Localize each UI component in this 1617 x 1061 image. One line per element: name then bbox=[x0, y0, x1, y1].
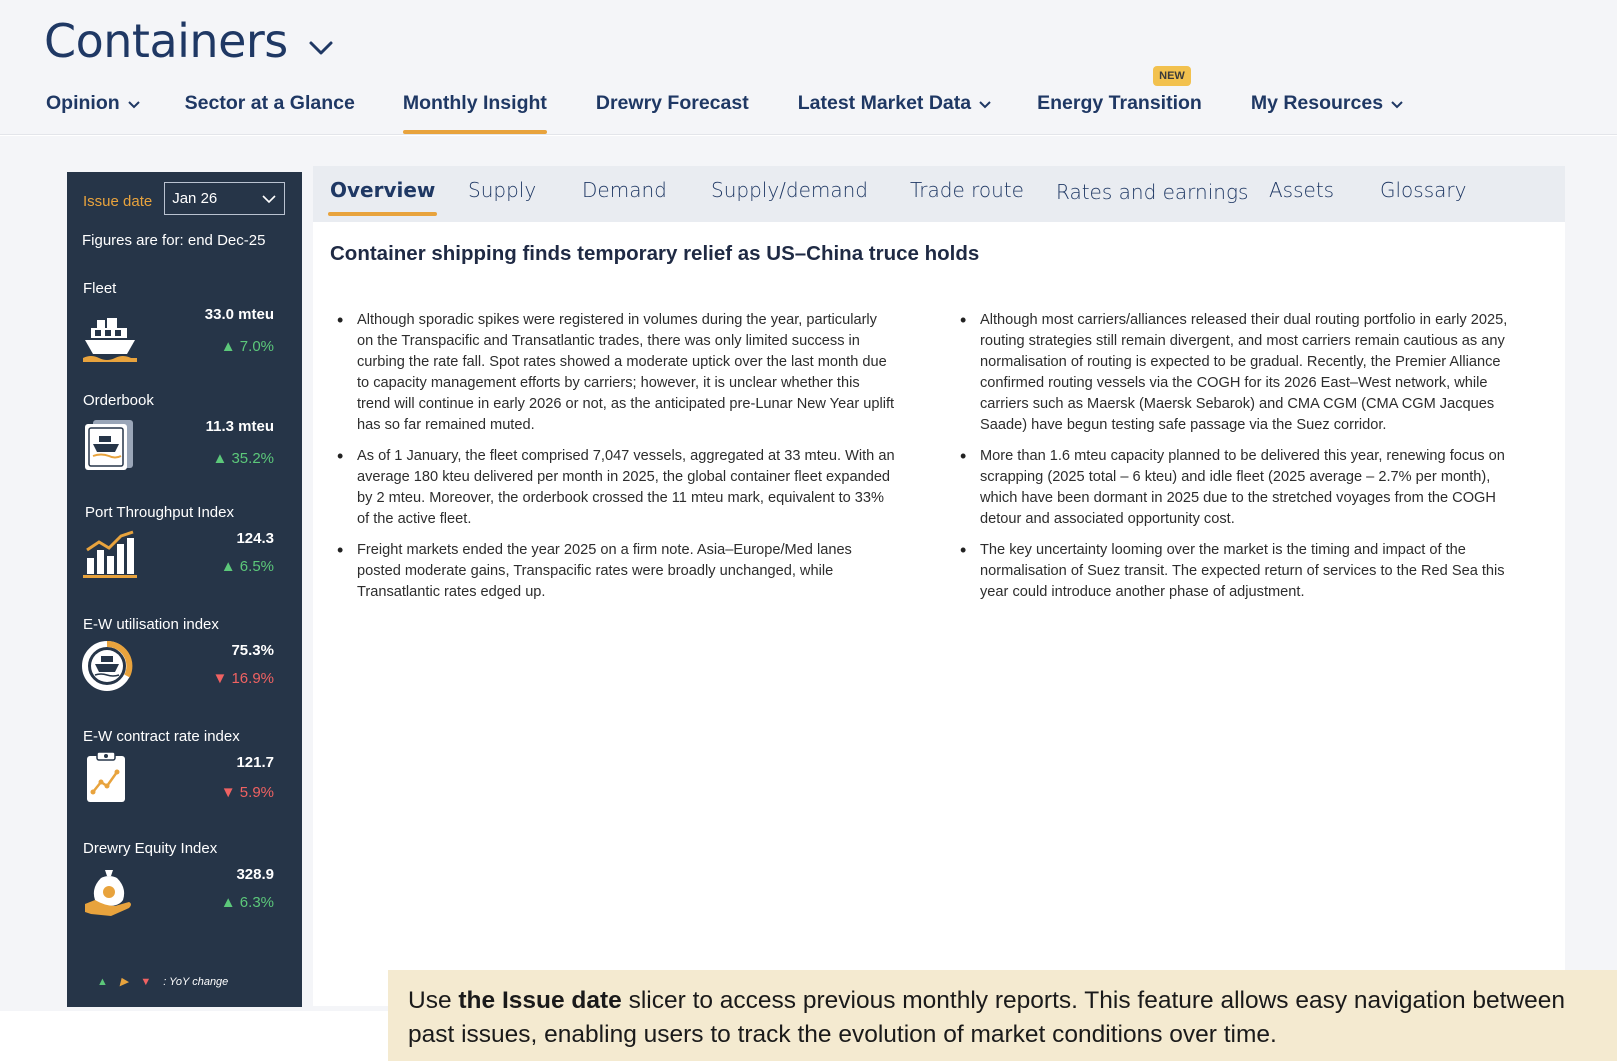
metric-label: Fleet bbox=[83, 280, 117, 297]
chevron-down-icon[interactable] bbox=[308, 35, 334, 61]
nav-opinion[interactable]: Opinion bbox=[46, 92, 141, 134]
metric-change: ▼ 16.9% bbox=[212, 670, 274, 687]
report-panel: Overview Supply Demand Supply/demand Tra… bbox=[313, 166, 1565, 1006]
list-item: Although sporadic spikes were registered… bbox=[330, 310, 895, 436]
metric-label: Port Throughput Index bbox=[85, 504, 234, 521]
list-item: Freight markets ended the year 2025 on a… bbox=[330, 540, 895, 603]
issue-date-slicer: Issue date Jan 26 bbox=[83, 182, 286, 215]
up-triangle-icon: ▲ bbox=[97, 975, 108, 988]
metric-label: Orderbook bbox=[83, 392, 154, 409]
metric-value: 33.0 mteu bbox=[204, 306, 274, 323]
metric-label: Drewry Equity Index bbox=[83, 840, 218, 857]
tab-demand[interactable]: Demand bbox=[582, 178, 667, 202]
nav-my-resources[interactable]: My Resources bbox=[1251, 92, 1404, 134]
list-item: As of 1 January, the fleet comprised 7,0… bbox=[330, 446, 895, 530]
tab-supply[interactable]: Supply bbox=[468, 178, 536, 202]
ship-icon bbox=[83, 318, 137, 362]
tab-overview[interactable]: Overview bbox=[327, 178, 438, 216]
nav-energy-transition[interactable]: Energy Transition NEW bbox=[1037, 66, 1202, 134]
article-headline: Container shipping finds temporary relie… bbox=[330, 242, 980, 265]
metric-value: 124.3 bbox=[236, 530, 274, 547]
yoy-legend-text: : YoY change bbox=[163, 975, 229, 988]
nav-drewry-forecast[interactable]: Drewry Forecast bbox=[596, 92, 749, 134]
tip-emphasis: the Issue date bbox=[458, 987, 622, 1014]
article-left-column: Although sporadic spikes were registered… bbox=[330, 310, 895, 613]
neutral-triangle-icon: ▶ bbox=[119, 976, 129, 988]
chevron-down-icon bbox=[979, 101, 991, 109]
metric-change: ▼ 5.9% bbox=[220, 784, 274, 801]
metric-value: 328.9 bbox=[236, 866, 274, 883]
orderbook-icon bbox=[85, 420, 133, 470]
nav-sector-at-a-glance[interactable]: Sector at a Glance bbox=[185, 92, 355, 134]
metric-label: E-W contract rate index bbox=[83, 728, 240, 745]
tab-trade-route[interactable]: Trade route bbox=[910, 178, 1024, 202]
nav-monthly-insight[interactable]: Monthly Insight bbox=[402, 92, 547, 134]
section-selector[interactable]: Containers bbox=[44, 14, 334, 68]
clipboard-chart-icon bbox=[87, 751, 125, 802]
chevron-down-icon bbox=[127, 101, 140, 109]
bar-chart-icon bbox=[83, 530, 137, 578]
tab-supply-demand[interactable]: Supply/demand bbox=[711, 178, 868, 202]
down-triangle-icon: ▼ bbox=[140, 975, 152, 988]
kpi-sidebar: Issue date Jan 26 Figures are for: end D… bbox=[67, 172, 302, 1007]
metric-label: E-W utilisation index bbox=[83, 616, 219, 633]
metric-change: ▲ 7.0% bbox=[220, 338, 274, 355]
tab-assets[interactable]: Assets bbox=[1269, 178, 1334, 202]
yoy-legend: ▲ ▶ ▼ : YoY change bbox=[97, 975, 240, 989]
issue-date-label: Issue date bbox=[83, 193, 153, 210]
issue-date-select[interactable]: Jan 26 bbox=[164, 182, 286, 215]
figures-note: Figures are for: end Dec-25 bbox=[82, 232, 266, 249]
gauge-ship-icon bbox=[82, 640, 133, 691]
main-nav: Opinion Sector at a Glance Monthly Insig… bbox=[46, 66, 1404, 134]
tab-glossary[interactable]: Glossary bbox=[1380, 178, 1466, 202]
metric-value: 121.7 bbox=[236, 754, 274, 771]
report-tabs: Overview Supply Demand Supply/demand Tra… bbox=[313, 166, 1565, 222]
list-item: More than 1.6 mteu capacity planned to b… bbox=[953, 446, 1518, 530]
tip-callout: Use the Issue date slicer to access prev… bbox=[388, 970, 1617, 1061]
article-right-column: Although most carriers/alliances release… bbox=[953, 310, 1518, 613]
metric-change: ▲ 6.3% bbox=[220, 894, 274, 911]
metric-change: ▲ 6.5% bbox=[220, 558, 274, 575]
new-badge: NEW bbox=[1153, 66, 1191, 86]
list-item: Although most carriers/alliances release… bbox=[953, 310, 1518, 436]
money-bag-icon bbox=[85, 870, 131, 916]
metric-value: 11.3 mteu bbox=[205, 418, 274, 435]
chevron-down-icon bbox=[1391, 101, 1403, 109]
list-item: The key uncertainty looming over the mar… bbox=[953, 540, 1518, 603]
tab-rates-and-earnings[interactable]: Rates and earnings bbox=[1056, 180, 1248, 204]
app-header: Containers Opinion Sector at a Glance Mo… bbox=[0, 0, 1617, 135]
page-title: Containers bbox=[44, 14, 288, 68]
nav-latest-market-data[interactable]: Latest Market Data bbox=[798, 92, 992, 134]
metric-change: ▲ 35.2% bbox=[212, 450, 274, 467]
chevron-down-icon bbox=[262, 195, 276, 204]
metric-value: 75.3% bbox=[231, 642, 274, 659]
